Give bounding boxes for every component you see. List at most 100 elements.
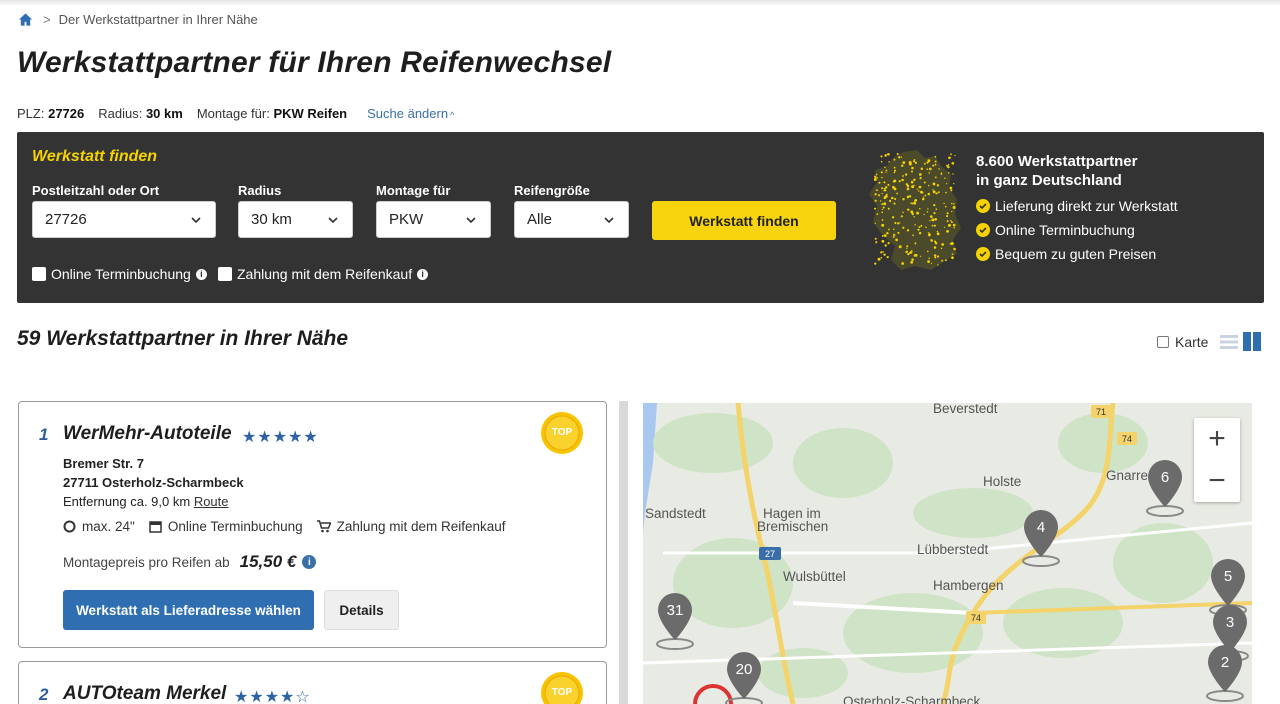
check-icon (976, 223, 990, 237)
online-booking-checkbox[interactable]: Online Terminbuchung i (32, 266, 207, 282)
plz-label: Postleitzahl oder Ort (32, 183, 160, 198)
workshop-card: 1 WerMehr-Autoteile ★★★★★ TOP Bremer Str… (18, 401, 607, 648)
map-label: Holste (983, 474, 1022, 489)
split-view-icon[interactable] (1243, 332, 1262, 351)
svg-text:31: 31 (667, 602, 684, 619)
price-value: 15,50 € (239, 552, 297, 571)
svg-text:2: 2 (1221, 654, 1229, 671)
rating-stars: ★★★★☆ (234, 689, 311, 704)
svg-text:TOP: TOP (552, 687, 573, 698)
svg-text:74: 74 (971, 613, 981, 623)
checkbox[interactable] (218, 267, 232, 281)
payment-label: Zahlung mit dem Reifenkauf (237, 266, 413, 282)
price-label: Montagepreis pro Reifen ab (63, 554, 230, 570)
map-pin[interactable]: 4 (1019, 508, 1063, 568)
map-label: Hambergen (933, 578, 1004, 593)
list-view-icon[interactable] (1220, 334, 1239, 350)
select-delivery-address-button[interactable]: Werkstatt als Lieferadresse wählen (63, 590, 314, 630)
calendar-icon (149, 521, 162, 533)
results-heading: 59 Werkstattpartner in Ihrer Nähe (17, 327, 349, 350)
zoom-in-button[interactable]: + (1194, 418, 1240, 460)
info-icon[interactable]: i (417, 268, 429, 280)
breadcrumb-separator: > (43, 12, 51, 27)
finder-heading: Werkstatt finden (32, 148, 158, 165)
map-view[interactable]: 71 74 27 74 Beverstedt Holste Gnarrenbur… (643, 403, 1252, 704)
svg-text:27: 27 (765, 549, 775, 559)
summary-montage: Montage für: PKW Reifen (196, 106, 348, 121)
workshop-rank: 1 (39, 425, 49, 444)
map-pin[interactable]: 31 (653, 591, 697, 651)
benefit-item: Online Terminbuchung (976, 218, 1178, 242)
map-label: Wulsbüttel (783, 569, 846, 584)
checkbox[interactable] (32, 267, 46, 281)
benefit-item: Bequem zu guten Preisen (976, 242, 1178, 266)
map-label: Sandstedt (645, 506, 706, 521)
check-icon (976, 199, 990, 213)
feature-online-booking: Online Terminbuchung (149, 519, 303, 534)
radius-select[interactable]: 30 km (238, 201, 353, 238)
map-toggle-label[interactable]: Karte (1175, 334, 1208, 350)
map-pin[interactable]: 2 (1203, 643, 1247, 703)
svg-text:3: 3 (1226, 614, 1234, 631)
chevron-up-icon: ^ (450, 110, 455, 120)
summary-radius: Radius: 30 km (98, 106, 183, 121)
online-booking-label: Online Terminbuchung (51, 266, 191, 282)
rating-stars: ★★★★★ (242, 429, 319, 446)
breadcrumb: > Der Werkstattpartner in Ihrer Nähe (18, 12, 258, 27)
partners-subtitle: in ganz Deutschland (976, 172, 1122, 189)
cart-icon (316, 520, 331, 533)
partners-info: 8.600 Werkstattpartner in ganz Deutschla… (976, 152, 1178, 266)
city: 27711 Osterholz-Scharmbeck (63, 475, 244, 490)
route-link[interactable]: Route (194, 494, 229, 509)
radius-label: Radius (238, 183, 282, 198)
chevron-down-icon (191, 217, 201, 224)
map-pin[interactable]: 20 (722, 650, 766, 704)
zoom-out-button[interactable]: − (1194, 460, 1240, 502)
tire-icon (63, 520, 76, 533)
svg-text:TOP: TOP (552, 427, 573, 438)
page-title: Werkstattpartner für Ihren Reifenwechsel (17, 46, 612, 79)
details-button[interactable]: Details (324, 590, 399, 630)
top-partner-badge-icon: TOP (541, 672, 583, 704)
info-icon[interactable]: i (302, 555, 317, 569)
price-row: Montagepreis pro Reifen ab 15,50 € i (63, 552, 317, 572)
workshop-name[interactable]: WerMehr-Autoteile (63, 423, 232, 445)
workshop-name[interactable]: AUTOteam Merkel (63, 683, 226, 704)
plz-value: 27726 (45, 211, 87, 228)
tire-size-select[interactable]: Alle (514, 201, 629, 238)
svg-text:6: 6 (1161, 469, 1169, 486)
map-pin[interactable]: 6 (1143, 458, 1187, 518)
tire-size-value: Alle (527, 211, 553, 228)
home-icon[interactable] (18, 12, 33, 27)
search-summary: PLZ: 27726 Radius: 30 km Montage für: PK… (17, 106, 454, 121)
workshop-address: Bremer Str. 7 27711 Osterholz-Scharmbeck… (63, 454, 244, 511)
svg-text:5: 5 (1224, 568, 1232, 585)
breadcrumb-current: Der Werkstattpartner in Ihrer Nähe (58, 12, 258, 27)
svg-text:4: 4 (1037, 519, 1045, 536)
find-workshop-button[interactable]: Werkstatt finden (652, 201, 836, 240)
view-toggle: Karte (1157, 332, 1262, 351)
summary-plz: PLZ: 27726 (17, 106, 85, 121)
change-search-link[interactable]: Suche ändern ^ (367, 106, 454, 121)
workshop-features: max. 24" Online Terminbuchung Zahlung mi… (63, 519, 520, 534)
distance-row: Entfernung ca. 9,0 km Route (63, 494, 229, 509)
svg-text:71: 71 (1096, 407, 1106, 417)
map-label: Osterholz-Scharmbeck (843, 694, 981, 704)
germany-map-icon (869, 150, 961, 270)
top-shadow (0, 0, 1280, 6)
tire-size-label: Reifengröße (514, 183, 590, 198)
payment-checkbox[interactable]: Zahlung mit dem Reifenkauf i (218, 266, 429, 282)
map-checkbox[interactable] (1157, 335, 1169, 348)
partners-title: 8.600 Werkstattpartner (976, 153, 1138, 170)
chevron-down-icon (604, 217, 614, 224)
plz-select[interactable]: 27726 (32, 201, 216, 238)
svg-text:20: 20 (736, 661, 753, 678)
info-icon[interactable]: i (195, 268, 207, 280)
map-label: Bremischen (757, 519, 829, 534)
top-partner-badge-icon: TOP (541, 412, 583, 454)
list-scrollbar[interactable] (619, 401, 628, 704)
workshop-rank: 2 (39, 685, 49, 704)
map-label: Lübberstedt (917, 542, 989, 557)
map-label: Beverstedt (933, 403, 998, 416)
montage-select[interactable]: PKW (376, 201, 491, 238)
